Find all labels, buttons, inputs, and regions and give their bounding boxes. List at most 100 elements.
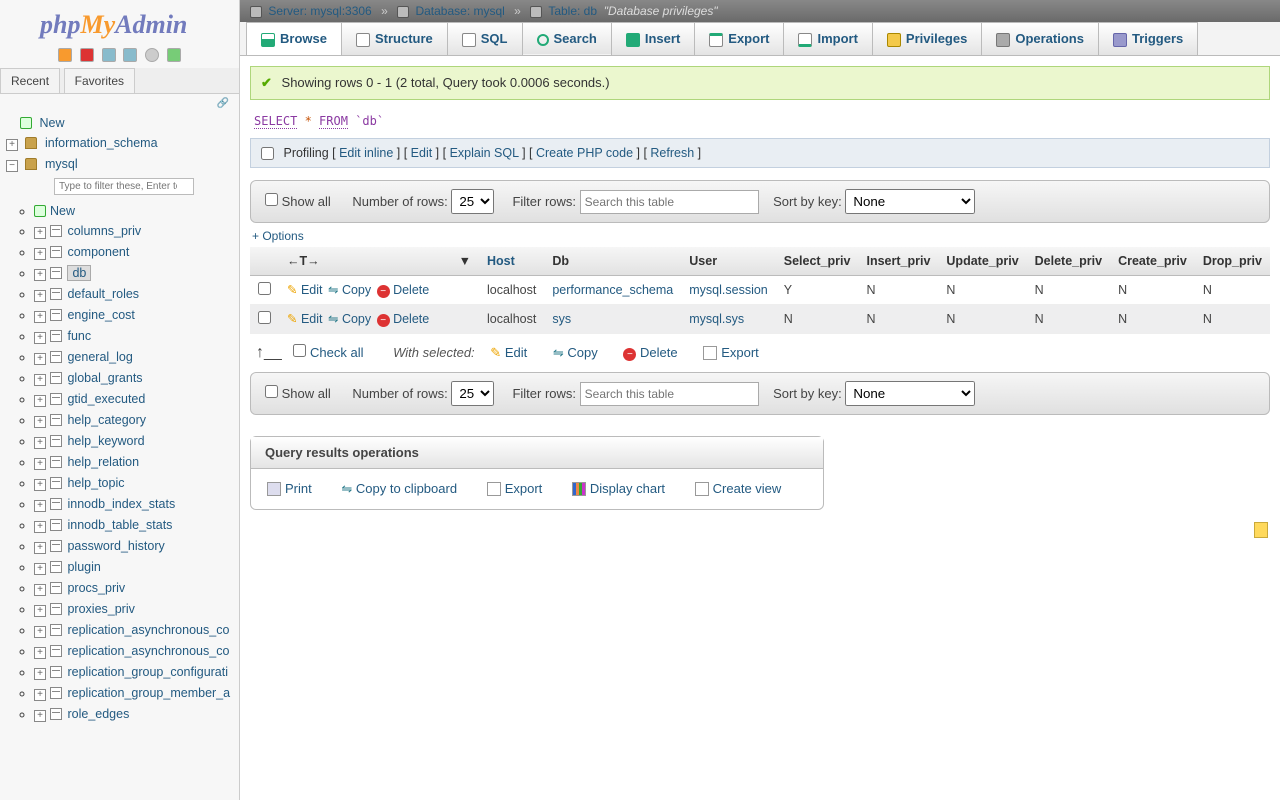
display-chart-link[interactable]: Display chart: [572, 481, 665, 496]
create-view-link[interactable]: Create view: [695, 481, 782, 496]
tree-table-proxies_priv[interactable]: + proxies_priv: [34, 599, 235, 620]
expand-icon[interactable]: +: [34, 227, 46, 239]
tree-table-engine_cost[interactable]: + engine_cost: [34, 305, 235, 326]
nav-settings-icon[interactable]: [123, 48, 137, 62]
breadcrumb-table[interactable]: Table: db: [548, 4, 597, 18]
home-icon[interactable]: [58, 48, 72, 62]
tree-table-procs_priv[interactable]: + procs_priv: [34, 578, 235, 599]
copy-clipboard-link[interactable]: ⇋ Copy to clipboard: [341, 481, 457, 496]
expand-icon[interactable]: +: [34, 563, 46, 575]
tree-table-help_topic[interactable]: + help_topic: [34, 473, 235, 494]
row-edit[interactable]: ✎ Edit: [287, 283, 323, 297]
tree-table-replication_asynchronous_co[interactable]: + replication_asynchronous_co: [34, 641, 235, 662]
tree-new[interactable]: New: [6, 113, 235, 133]
expand-icon[interactable]: +: [34, 710, 46, 722]
col-drop_priv[interactable]: Drop_priv: [1195, 247, 1270, 276]
show-all-checkbox-2[interactable]: [265, 385, 278, 398]
tree-table-plugin[interactable]: + plugin: [34, 557, 235, 578]
tree-table-columns_priv[interactable]: + columns_priv: [34, 221, 235, 242]
tree-table-help_category[interactable]: + help_category: [34, 410, 235, 431]
tree-table-db[interactable]: + db: [34, 263, 235, 284]
tab-export[interactable]: Export: [694, 22, 784, 55]
sort-key-select[interactable]: None: [845, 189, 975, 214]
row-delete[interactable]: − Delete: [377, 283, 430, 297]
tab-browse[interactable]: Browse: [246, 22, 342, 55]
col-user[interactable]: User: [681, 247, 776, 276]
tab-privileges[interactable]: Privileges: [872, 22, 982, 55]
num-rows-select[interactable]: 25: [451, 189, 494, 214]
row-delete[interactable]: − Delete: [377, 312, 430, 326]
tree-table-global_grants[interactable]: + global_grants: [34, 368, 235, 389]
reload-icon[interactable]: [167, 48, 181, 62]
expand-icon[interactable]: +: [6, 139, 18, 151]
breadcrumb-database[interactable]: Database: mysql: [415, 4, 504, 18]
col-db[interactable]: Db: [544, 247, 681, 276]
expand-icon[interactable]: +: [34, 353, 46, 365]
tree-table-help_keyword[interactable]: + help_keyword: [34, 431, 235, 452]
edit-link[interactable]: Edit: [411, 146, 433, 160]
phpmyadmin-logo[interactable]: phpMyAdmin: [0, 0, 239, 44]
bulk-export[interactable]: Export: [703, 345, 759, 360]
col-host[interactable]: Host: [479, 247, 544, 276]
col-update_priv[interactable]: Update_priv: [938, 247, 1026, 276]
refresh-link[interactable]: Refresh: [650, 146, 694, 160]
row-copy[interactable]: ⇋ Copy: [328, 312, 371, 326]
show-all-checkbox[interactable]: [265, 193, 278, 206]
expand-icon[interactable]: +: [34, 269, 46, 281]
tree-table-role_edges[interactable]: + role_edges: [34, 704, 235, 725]
logout-icon[interactable]: [80, 48, 94, 62]
expand-icon[interactable]: +: [34, 479, 46, 491]
tab-search[interactable]: Search: [522, 22, 612, 54]
expand-icon[interactable]: +: [34, 668, 46, 680]
bulk-delete[interactable]: − Delete: [623, 345, 677, 360]
options-toggle[interactable]: + Options: [252, 229, 1270, 243]
bulk-edit[interactable]: ✎ Edit: [490, 345, 527, 360]
tree-table-general_log[interactable]: + general_log: [34, 347, 235, 368]
filter-rows-input[interactable]: [580, 190, 759, 214]
tree-table-help_relation[interactable]: + help_relation: [34, 452, 235, 473]
expand-icon[interactable]: +: [34, 500, 46, 512]
collapse-icon[interactable]: −: [6, 160, 18, 172]
tree-filter-input[interactable]: [54, 178, 194, 195]
expand-icon[interactable]: +: [34, 458, 46, 470]
row-checkbox[interactable]: [258, 311, 271, 324]
expand-icon[interactable]: +: [34, 395, 46, 407]
docs-icon[interactable]: [102, 48, 116, 62]
row-edit[interactable]: ✎ Edit: [287, 312, 323, 326]
num-rows-select-2[interactable]: 25: [451, 381, 494, 406]
tab-structure[interactable]: Structure: [341, 22, 448, 55]
tree-db-information-schema[interactable]: + information_schema: [6, 133, 235, 154]
col-insert_priv[interactable]: Insert_priv: [858, 247, 938, 276]
tree-table-password_history[interactable]: + password_history: [34, 536, 235, 557]
link-icon[interactable]: 🔗: [0, 94, 239, 109]
row-copy[interactable]: ⇋ Copy: [328, 283, 371, 297]
row-checkbox[interactable]: [258, 282, 271, 295]
expand-icon[interactable]: +: [34, 416, 46, 428]
expand-icon[interactable]: +: [34, 248, 46, 260]
check-all-checkbox[interactable]: [293, 344, 306, 357]
tree-table-replication_group_configurati[interactable]: + replication_group_configurati: [34, 662, 235, 683]
export-link[interactable]: Export: [487, 481, 543, 496]
check-all-link[interactable]: Check all: [310, 345, 363, 360]
expand-icon[interactable]: +: [34, 647, 46, 659]
tree-table-innodb_table_stats[interactable]: + innodb_table_stats: [34, 515, 235, 536]
expand-icon[interactable]: +: [34, 374, 46, 386]
tree-new-table[interactable]: New: [34, 201, 235, 221]
tree-table-replication_group_member_a[interactable]: + replication_group_member_a: [34, 683, 235, 704]
expand-icon[interactable]: +: [34, 626, 46, 638]
expand-icon[interactable]: +: [34, 311, 46, 323]
tree-table-replication_asynchronous_co[interactable]: + replication_asynchronous_co: [34, 620, 235, 641]
sort-key-select-2[interactable]: None: [845, 381, 975, 406]
gear-icon[interactable]: [145, 48, 159, 62]
tree-table-func[interactable]: + func: [34, 326, 235, 347]
actions-header[interactable]: ←T→ ▼: [279, 247, 479, 276]
print-link[interactable]: Print: [267, 481, 312, 496]
expand-icon[interactable]: +: [34, 542, 46, 554]
expand-icon[interactable]: +: [34, 584, 46, 596]
col-delete_priv[interactable]: Delete_priv: [1027, 247, 1110, 276]
bulk-copy[interactable]: ⇋ Copy: [553, 345, 598, 360]
profiling-checkbox[interactable]: [261, 147, 274, 160]
expand-icon[interactable]: +: [34, 689, 46, 701]
tree-db-mysql[interactable]: − mysql New+ columns_priv+ component+ db…: [6, 154, 235, 728]
recent-tab[interactable]: Recent: [0, 68, 60, 93]
